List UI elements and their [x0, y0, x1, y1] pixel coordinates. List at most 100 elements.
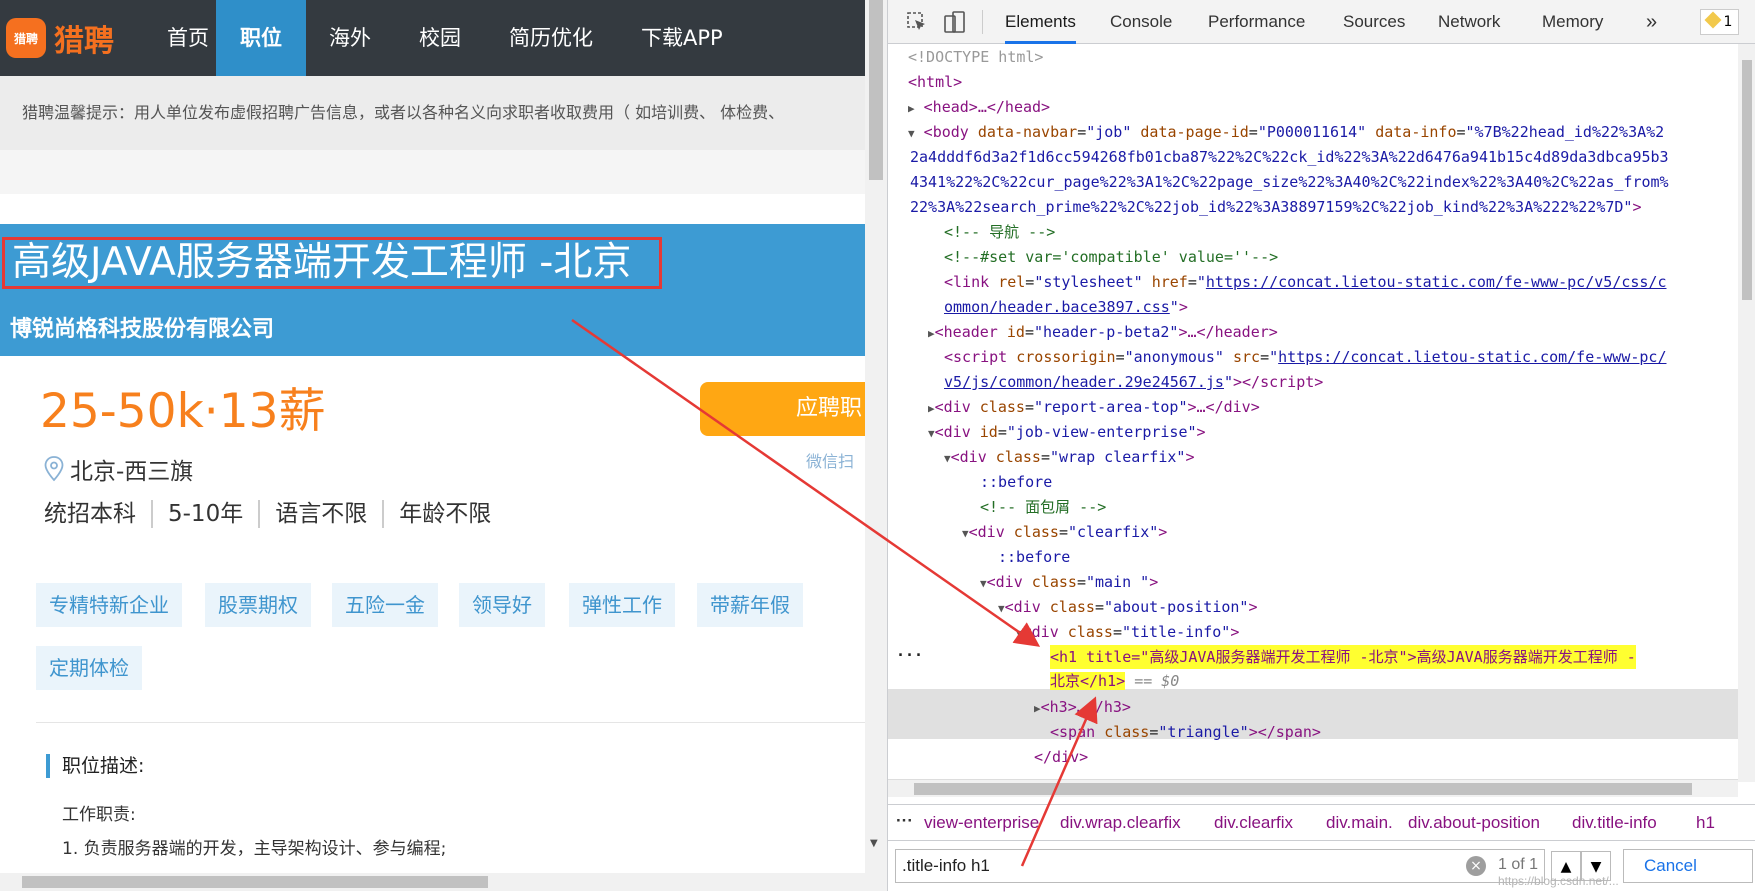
more-tabs-icon[interactable]: »: [1646, 0, 1657, 44]
code-line[interactable]: <script crossorigin="anonymous" src="htt…: [944, 345, 1666, 369]
code-line[interactable]: ▼ <body data-navbar="job" data-page-id="…: [908, 120, 1664, 144]
site-logo[interactable]: 猎聘 猎聘: [6, 18, 114, 58]
wechat-scan-link[interactable]: 微信扫: [806, 448, 854, 472]
code-line[interactable]: ▶ <head>…</head>: [908, 95, 1050, 119]
devtools-panel: Elements Console Performance Sources Net…: [887, 0, 1755, 891]
attr-value: "clearfix": [1068, 523, 1158, 541]
collapse-triangle-icon[interactable]: ▼: [962, 527, 969, 540]
tab-sources[interactable]: Sources: [1343, 0, 1405, 44]
link-url[interactable]: https://concat.lietou-static.com/fe-www-…: [1278, 348, 1666, 366]
location-pin-icon: [44, 456, 64, 482]
tab-memory[interactable]: Memory: [1542, 0, 1603, 44]
code-line[interactable]: <!-- 面包屑 -->: [980, 495, 1106, 519]
code-line[interactable]: ▼<div class="main ">: [980, 570, 1158, 594]
code-line[interactable]: ▼<div id="job-view-enterprise">: [928, 420, 1206, 444]
expand-triangle-icon[interactable]: ▶: [928, 402, 935, 415]
code-line[interactable]: <link rel="stylesheet" href="https://con…: [944, 270, 1666, 294]
scroll-thumb[interactable]: [22, 876, 488, 888]
selected-h1-line[interactable]: <h1 title="高级JAVA服务器端开发工程师 -北京">高级JAVA服务…: [1050, 645, 1636, 669]
scroll-thumb[interactable]: [914, 783, 1692, 795]
elements-vertical-scrollbar[interactable]: [1738, 44, 1755, 782]
section-divider: [36, 722, 865, 723]
tab-elements[interactable]: Elements: [1005, 0, 1076, 44]
code-line[interactable]: </div>: [1034, 745, 1088, 769]
attr-value: "header-p-beta2": [1034, 323, 1179, 341]
collapse-triangle-icon[interactable]: ▼: [1016, 627, 1023, 640]
breadcrumb-overflow-icon[interactable]: ···: [896, 804, 913, 839]
head-node: <head>…</head>: [924, 98, 1050, 116]
attr-name: data-info: [1375, 123, 1456, 141]
code-line[interactable]: ▶<header id="header-p-beta2">…</header>: [928, 320, 1278, 344]
warning-badge[interactable]: 1: [1700, 9, 1739, 35]
expand-triangle-icon[interactable]: ▶: [1034, 702, 1041, 715]
scroll-thumb[interactable]: [1742, 60, 1752, 300]
nav-campus[interactable]: 校园: [395, 0, 485, 76]
code-line[interactable]: 22%3A%22search_prime%22%2C%22job_id%22%3…: [910, 195, 1642, 219]
breadcrumb-item[interactable]: h1: [1696, 805, 1715, 840]
location-text: 北京-西三旗: [70, 452, 193, 486]
company-name[interactable]: 博锐尚格科技股份有限公司: [10, 311, 274, 343]
code-line[interactable]: <!DOCTYPE html>: [908, 45, 1043, 69]
nav-overseas[interactable]: 海外: [305, 0, 395, 76]
link-url[interactable]: ommon/header.bace3897.css: [944, 298, 1170, 316]
collapse-triangle-icon[interactable]: ▼: [928, 427, 935, 440]
code-line[interactable]: ::before: [980, 470, 1052, 494]
code-line[interactable]: <span class="triangle"></span>: [1050, 720, 1321, 744]
attr-value: "about-position": [1104, 598, 1249, 616]
attr-value: "anonymous": [1125, 348, 1224, 366]
code-line[interactable]: ▼<div class="title-info">: [1016, 620, 1239, 644]
code-line[interactable]: <html>: [908, 70, 962, 94]
attr-value: "job": [1086, 123, 1131, 141]
code-line[interactable]: 4341%22%2C%22cur_page%22%3A1%2C%22page_s…: [910, 170, 1669, 194]
cancel-search-button[interactable]: Cancel: [1623, 849, 1753, 883]
code-line[interactable]: 2a4dddf6d3a2f1d6cc594268fb01cba87%22%2C%…: [910, 145, 1669, 169]
duty-label: 工作职责:: [62, 800, 136, 825]
breadcrumb-item[interactable]: div.clearfix: [1214, 805, 1293, 840]
nav-resume[interactable]: 简历优化: [485, 0, 617, 76]
collapse-triangle-icon[interactable]: ▼: [944, 452, 951, 465]
tab-performance[interactable]: Performance: [1208, 0, 1305, 44]
scroll-thumb[interactable]: [869, 0, 883, 180]
code-line[interactable]: ▶<div class="report-area-top">…</div>: [928, 395, 1260, 419]
h3-node: <h3>…</h3>: [1041, 698, 1131, 716]
breadcrumb-item[interactable]: div.main.: [1326, 805, 1393, 840]
page-horizontal-scrollbar[interactable]: [0, 873, 887, 891]
link-url[interactable]: v5/js/common/header.29e24567.js: [944, 373, 1224, 391]
selected-h1-line[interactable]: 北京</h1> == $0: [1050, 669, 1179, 693]
code-line[interactable]: ▼<div class="about-position">: [998, 595, 1258, 619]
tab-network[interactable]: Network: [1438, 0, 1500, 44]
breadcrumb-item[interactable]: div.title-info: [1572, 805, 1657, 840]
code-line[interactable]: ommon/header.bace3897.css">: [944, 295, 1188, 319]
apply-button[interactable]: 应聘职: [700, 382, 865, 436]
search-input[interactable]: [895, 849, 1545, 883]
code-line[interactable]: <!--#set var='compatible' value=''-->: [944, 245, 1278, 269]
code-line[interactable]: <!-- 导航 -->: [944, 220, 1055, 244]
code-line[interactable]: ::before: [998, 545, 1070, 569]
expand-triangle-icon[interactable]: ▶: [908, 102, 915, 115]
tab-console[interactable]: Console: [1110, 0, 1172, 44]
link-url[interactable]: https://concat.lietou-static.com/fe-www-…: [1206, 273, 1667, 291]
warning-count: 1: [1723, 14, 1732, 30]
code-line[interactable]: ▼<div class="clearfix">: [962, 520, 1167, 544]
code-line[interactable]: ▼<div class="wrap clearfix">: [944, 445, 1194, 469]
inspect-element-icon[interactable]: [906, 11, 928, 33]
breadcrumb-item[interactable]: div.wrap.clearfix: [1060, 805, 1181, 840]
expand-triangle-icon[interactable]: ▶: [928, 327, 935, 340]
elements-horizontal-scrollbar[interactable]: [888, 779, 1738, 797]
page-gap: [0, 150, 865, 194]
nav-jobs[interactable]: 职位: [216, 0, 306, 76]
attr-value: "P000011614": [1258, 123, 1366, 141]
code-line[interactable]: ▶<h3>…</h3>: [1034, 695, 1131, 719]
clear-search-icon[interactable]: ×: [1466, 856, 1486, 876]
nav-download-app[interactable]: 下载APP: [617, 0, 747, 76]
breadcrumb-item[interactable]: div.about-position: [1408, 805, 1540, 840]
scroll-down-arrow-icon[interactable]: ▼: [870, 838, 878, 849]
collapse-triangle-icon[interactable]: ▼: [908, 127, 915, 140]
code-line[interactable]: v5/js/common/header.29e24567.js"></scrip…: [944, 370, 1323, 394]
collapse-triangle-icon[interactable]: ▼: [998, 602, 1005, 615]
collapse-triangle-icon[interactable]: ▼: [980, 577, 987, 590]
device-toggle-icon[interactable]: [944, 11, 966, 35]
node-actions-ellipsis[interactable]: ···: [896, 643, 923, 667]
breadcrumb-item[interactable]: view-enterprise: [924, 805, 1039, 840]
page-vertical-scrollbar[interactable]: [865, 0, 887, 873]
